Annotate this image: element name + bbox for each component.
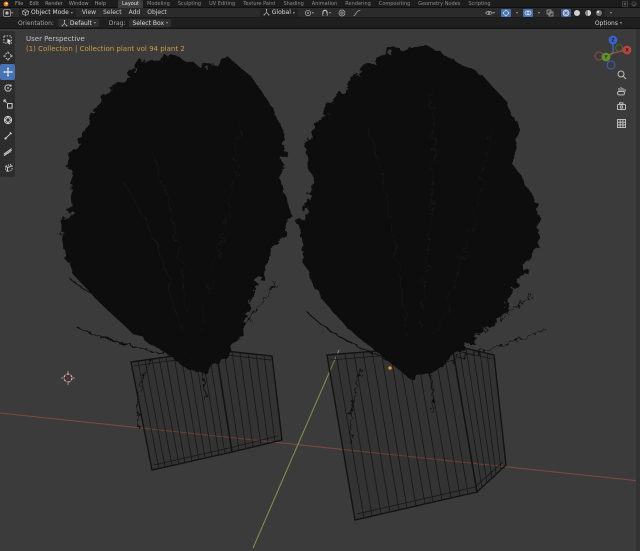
drag-label: Drag: [108, 19, 126, 27]
drag-select-value: Select Box [132, 19, 165, 27]
object-origin-dot [387, 365, 393, 371]
proportional-editing-icon [338, 9, 346, 16]
shading-rendered-button[interactable] [594, 9, 604, 17]
svg-text:X: X [625, 48, 629, 54]
viewport-right-edge [636, 29, 640, 551]
editor-type-icon [3, 8, 11, 17]
tab-modeling[interactable]: Modeling [143, 0, 174, 8]
show-gizmo-toggle[interactable] [500, 8, 511, 17]
shading-mode-group [559, 8, 605, 17]
topbar: File Edit Render Window Help Layout Mode… [0, 0, 640, 8]
tab-rendering[interactable]: Rendering [341, 0, 375, 8]
orientation-axes-icon [263, 9, 270, 16]
tab-texture-paint[interactable]: Texture Paint [239, 0, 279, 8]
active-object-breadcrumb: (1) Collection | Collection plant vol 94… [26, 45, 185, 53]
tool-move[interactable] [0, 64, 15, 80]
visibility-eye-icon [485, 10, 493, 15]
tool-shelf [0, 31, 15, 177]
tool-transform[interactable] [0, 112, 15, 128]
show-overlays-toggle[interactable] [522, 8, 533, 17]
scene-icon[interactable] [622, 0, 628, 7]
orientation-value: Global [271, 9, 291, 16]
menu-render[interactable]: Render [45, 1, 63, 7]
orientation-select[interactable]: Default ▾ [57, 19, 99, 27]
blender-logo-icon [3, 1, 9, 6]
tab-layout[interactable]: Layout [118, 0, 143, 8]
shading-solid-button[interactable] [572, 9, 582, 17]
view-layer-icon[interactable] [631, 0, 637, 7]
tab-shading[interactable]: Shading [279, 0, 307, 8]
menu-add[interactable]: Add [128, 9, 142, 16]
orientation-select-value: Default [69, 19, 92, 27]
tool-cursor[interactable] [0, 48, 15, 64]
viewport-overlay-text: User Perspective (1) Collection | Collec… [26, 34, 185, 54]
tab-uv-editing[interactable]: UV Editing [205, 0, 239, 8]
magnet-icon [322, 9, 328, 16]
proportional-falloff-dropdown[interactable] [352, 9, 362, 17]
tool-settings-bar: Orientation: Default ▾ Drag: Select Box … [0, 18, 640, 29]
menu-help[interactable]: Help [95, 1, 106, 7]
rendered-sphere-icon [595, 9, 602, 16]
blender-window: File Edit Render Window Help Layout Mode… [0, 0, 640, 551]
orientation-default-icon [61, 19, 68, 26]
tool-annotate[interactable] [0, 128, 15, 144]
menu-object[interactable]: Object [146, 9, 168, 16]
tab-animation[interactable]: Animation [308, 0, 342, 8]
xray-icon [546, 9, 554, 16]
menu-view[interactable]: View [81, 9, 97, 16]
tab-compositing[interactable]: Compositing [375, 0, 414, 8]
overlays-toggle-icon [524, 10, 532, 15]
menu-edit[interactable]: Edit [29, 1, 39, 7]
object-mode-cube-icon [22, 9, 29, 16]
gizmo-neg-y-ball[interactable] [615, 44, 623, 52]
viewport-header: ▾ Object Mode ▾ View Select Add Object G… [0, 8, 640, 18]
object-visibility-dropdown[interactable]: ▾ [484, 9, 496, 17]
material-sphere-icon [584, 9, 591, 16]
transform-orientation-dropdown[interactable]: Global ▾ [259, 8, 298, 17]
svg-text:Y: Y [603, 55, 608, 61]
pivot-point-dropdown[interactable]: ▾ [303, 9, 315, 17]
menu-window[interactable]: Window [69, 1, 89, 7]
pivot-point-icon [304, 9, 311, 16]
solid-sphere-icon [573, 9, 580, 16]
tool-rotate[interactable] [0, 80, 15, 96]
shading-material-button[interactable] [583, 9, 593, 17]
viewport-3d[interactable]: Z X Y User Perspective (1) Collection | … [0, 29, 640, 551]
menu-select[interactable]: Select [102, 9, 123, 16]
shading-wireframe-button[interactable] [560, 8, 571, 17]
orientation-label: Orientation: [18, 19, 54, 27]
scene-canvas: Z X Y [0, 29, 640, 551]
mode-dropdown[interactable]: Object Mode ▾ [19, 8, 76, 17]
view-label: User Perspective [26, 35, 85, 43]
falloff-curve-icon [353, 9, 361, 16]
mode-label: Object Mode [31, 9, 69, 16]
wireframe-sphere-icon [562, 9, 570, 16]
proportional-editing-toggle[interactable] [337, 9, 347, 17]
gizmo-neg-z-ball[interactable] [606, 60, 616, 70]
tool-select-box[interactable] [0, 32, 15, 48]
snap-toggle[interactable]: ▾ [320, 9, 332, 17]
menu-file[interactable]: File [15, 1, 23, 7]
tool-scale[interactable] [0, 96, 15, 112]
tool-add-cube[interactable] [0, 160, 15, 176]
workspace-tabs: Layout Modeling Sculpting UV Editing Tex… [118, 0, 495, 8]
tool-measure[interactable] [0, 144, 15, 160]
tab-sculpting[interactable]: Sculpting [174, 0, 205, 8]
options-button[interactable]: Options [595, 20, 618, 27]
tab-scripting[interactable]: Scripting [464, 0, 494, 8]
xray-toggle[interactable] [545, 9, 555, 17]
tab-geometry-nodes[interactable]: Geometry Nodes [414, 0, 464, 8]
gizmo-toggle-icon [502, 9, 510, 16]
editor-type-button[interactable]: ▾ [2, 8, 14, 17]
drag-select[interactable]: Select Box ▾ [129, 19, 172, 27]
